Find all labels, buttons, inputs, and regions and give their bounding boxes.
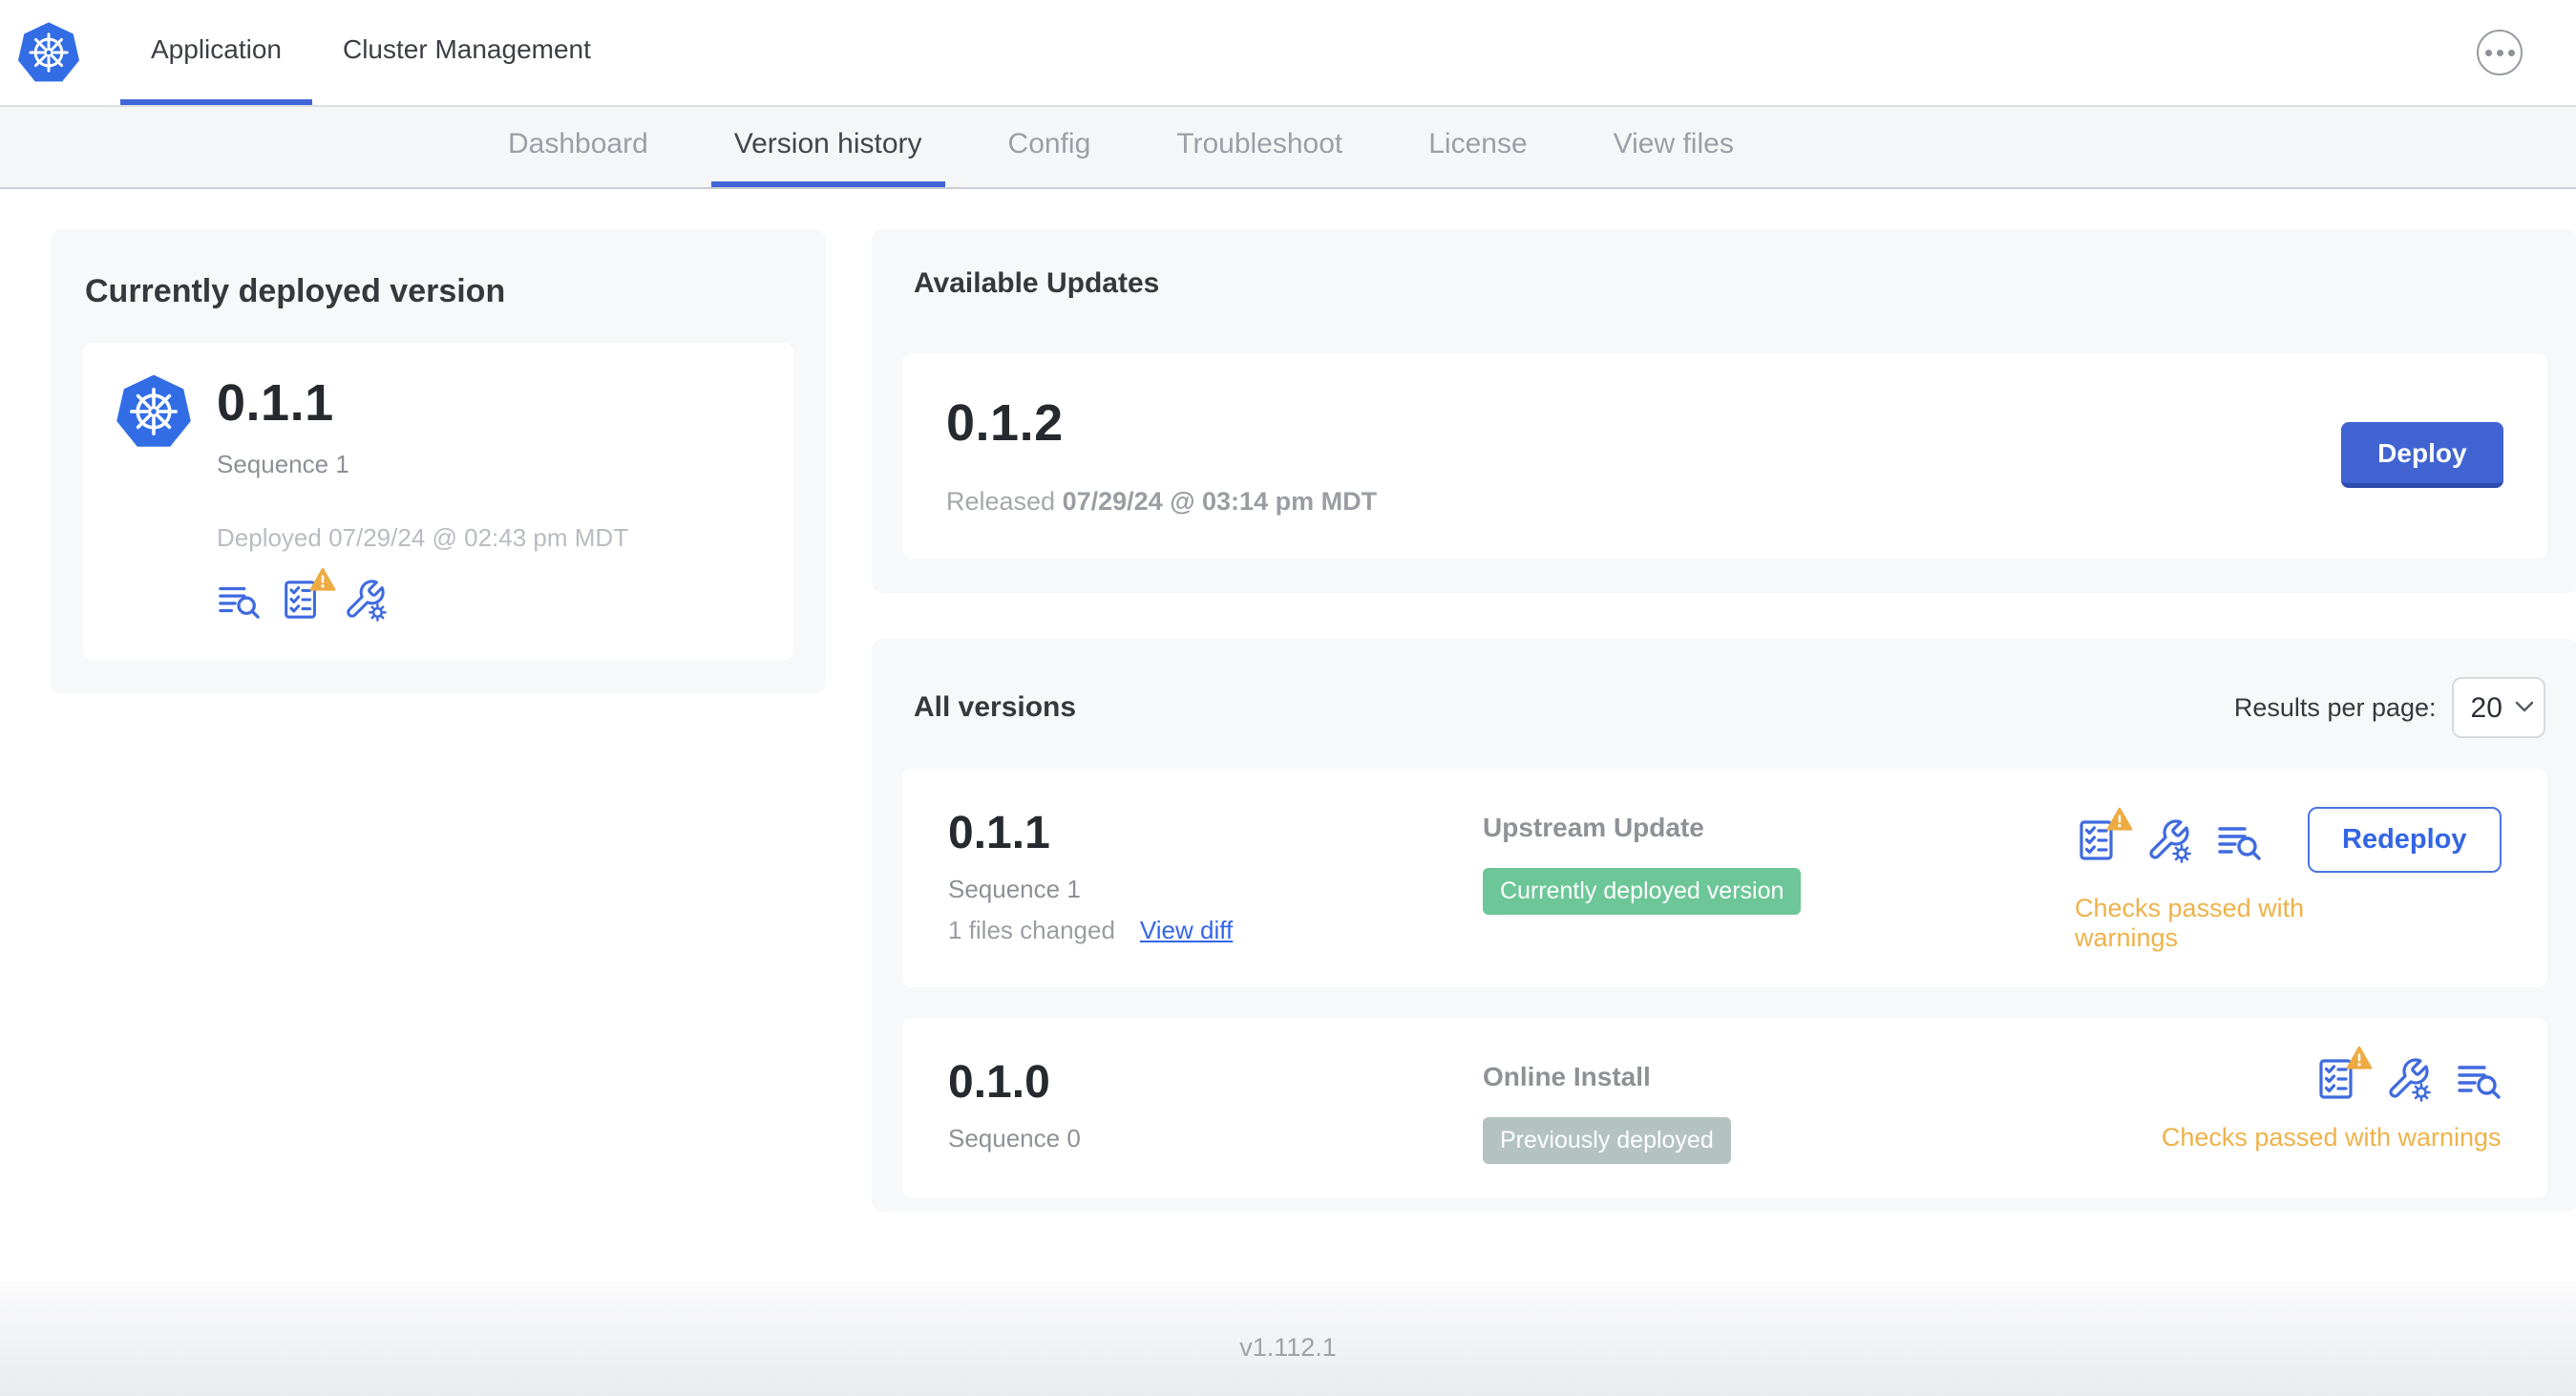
warning-triangle-icon [2106, 806, 2133, 833]
currently-deployed-title: Currently deployed version [85, 273, 506, 309]
kubernetes-logo-icon [17, 21, 80, 84]
overflow-menu-button[interactable] [2477, 30, 2523, 75]
version-row: 0.1.0 Sequence 0 Online Install Previous… [902, 1018, 2547, 1198]
deployed-status-badge: Previously deployed [1483, 1117, 1731, 1164]
row-version-number: 0.1.1 [948, 808, 1050, 858]
current-sequence-label: Sequence 1 [217, 450, 349, 478]
row-version-number: 0.1.0 [948, 1057, 1050, 1108]
current-version-detail: 0.1.1 Sequence 1 Deployed 07/29/24 @ 02:… [83, 343, 793, 660]
kubernetes-app-icon [116, 373, 192, 450]
warning-triangle-icon [309, 566, 336, 593]
app-logo [17, 0, 80, 105]
view-logs-icon[interactable] [2456, 1056, 2502, 1102]
tab-version-history[interactable]: Version history [710, 107, 945, 187]
available-updates-title: Available Updates [914, 267, 1160, 299]
tab-application[interactable]: Application [120, 0, 312, 105]
released-timestamp: Released 07/29/24 @ 03:14 pm MDT [946, 487, 1378, 516]
config-icon[interactable] [343, 578, 387, 622]
view-logs-icon[interactable] [2216, 817, 2262, 863]
row-sequence-label: Sequence 1 [948, 875, 1081, 903]
warning-triangle-icon [2346, 1045, 2373, 1071]
view-logs-icon[interactable] [217, 578, 261, 622]
app-sub-nav: Dashboard Version history Config Trouble… [0, 107, 2576, 189]
row-sequence-label: Sequence 0 [948, 1124, 1081, 1153]
preflight-status-text[interactable]: Checks passed with warnings [2162, 1123, 2502, 1153]
update-version-number: 0.1.2 [946, 394, 1064, 452]
tab-cluster-management[interactable]: Cluster Management [312, 0, 622, 105]
version-source-label: Upstream Update [1483, 813, 1704, 842]
config-icon[interactable] [2145, 817, 2191, 863]
deployed-timestamp: Deployed 07/29/24 @ 02:43 pm MDT [217, 523, 629, 552]
tab-dashboard[interactable]: Dashboard [485, 107, 671, 187]
ellipsis-icon [2484, 49, 2492, 56]
preflight-checks-icon[interactable] [280, 578, 324, 622]
preflight-status-text[interactable]: Checks passed with warnings [2075, 894, 2311, 953]
version-row: 0.1.1 Sequence 1 1 files changed View di… [902, 769, 2547, 987]
currently-deployed-card: Currently deployed version 0.1.1 Sequenc… [51, 229, 826, 694]
version-source-label: Online Install [1483, 1062, 1651, 1091]
preflight-checks-icon[interactable] [2075, 817, 2121, 863]
results-per-page-label: Results per page: [2233, 692, 2437, 722]
preflight-checks-icon[interactable] [2314, 1056, 2360, 1102]
current-version-number: 0.1.1 [217, 374, 334, 432]
all-versions-title: All versions [914, 691, 1077, 723]
results-per-page-select[interactable]: 20 [2451, 677, 2545, 738]
deployed-status-badge: Currently deployed version [1483, 868, 1802, 915]
tab-config[interactable]: Config [985, 107, 1114, 187]
update-row: 0.1.2 Released 07/29/24 @ 03:14 pm MDT D… [902, 353, 2547, 559]
config-icon[interactable] [2385, 1056, 2431, 1102]
top-nav: Application Cluster Management [0, 0, 2576, 107]
view-diff-link[interactable]: View diff [1140, 916, 1233, 945]
all-versions-card: All versions Results per page: 20 0.1.1 … [872, 639, 2576, 1212]
available-updates-card: Available Updates 0.1.2 Released 07/29/2… [872, 229, 2576, 593]
tab-view-files[interactable]: View files [1591, 107, 1757, 187]
console-version-label: v1.112.1 [1239, 1332, 1337, 1362]
tab-license[interactable]: License [1405, 107, 1550, 187]
page-footer: v1.112.1 [0, 1281, 2576, 1396]
files-changed-label: 1 files changed [948, 916, 1115, 944]
redeploy-button[interactable]: Redeploy [2308, 807, 2502, 873]
deploy-button[interactable]: Deploy [2341, 422, 2503, 488]
tab-troubleshoot[interactable]: Troubleshoot [1153, 107, 1365, 187]
